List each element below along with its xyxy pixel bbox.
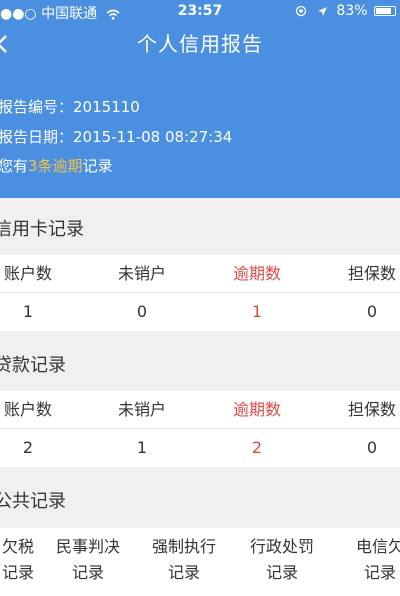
- location-arrow-icon: [317, 3, 332, 19]
- public-record-label: 记录: [167, 563, 200, 582]
- public-records-table: 欠税 记录 民事判决 记录 强制执行 记录 行政处罚 记录 电信欠 记录: [0, 528, 400, 596]
- credit-card-section-title: 信用卡记录: [0, 219, 84, 240]
- public-record-item: 强制执行 记录: [136, 534, 232, 586]
- report-date-value: 2015-11-08 08:27:34: [73, 128, 233, 146]
- report-number-label: 报告编号：: [0, 98, 74, 116]
- public-record-item: 电信欠 记录: [332, 534, 400, 586]
- table-header-row: 账户数 未销户 逾期数 担保数: [0, 255, 400, 293]
- col-header: 账户数: [3, 264, 52, 283]
- report-header: ●●○ 中国联通 23:57 83% 个人信用报告 报告编号：2015110 报…: [0, 0, 400, 198]
- table-cell: 0: [136, 302, 148, 321]
- credit-card-table: 账户数 未销户 逾期数 担保数 1 0 1 0: [0, 255, 400, 331]
- table-cell: 1: [136, 438, 148, 457]
- public-record-label: 记录: [71, 563, 104, 582]
- col-header: 未销户: [117, 400, 166, 419]
- status-bar: ●●○ 中国联通 23:57 83%: [0, 0, 400, 24]
- public-record-label: 电信欠: [355, 537, 400, 556]
- col-header: 担保数: [347, 264, 396, 283]
- table-header-row: 账户数 未销户 逾期数 担保数: [0, 391, 400, 429]
- table-cell: 0: [366, 438, 378, 457]
- loan-table: 账户数 未销户 逾期数 担保数 2 1 2 0: [0, 391, 400, 467]
- report-number-value: 2015110: [73, 98, 140, 116]
- public-record-label: 记录: [265, 563, 298, 582]
- col-header: 担保数: [347, 400, 396, 419]
- public-record-label: 行政处罚: [249, 537, 314, 556]
- table-row: 2 1 2 0: [0, 429, 400, 467]
- table-cell: 1: [251, 302, 263, 321]
- report-date-label: 报告日期：: [0, 128, 74, 146]
- report-number: 报告编号：2015110: [0, 96, 140, 117]
- public-record-item: 行政处罚 记录: [234, 534, 330, 586]
- overdue-count: 3条逾期: [28, 157, 83, 175]
- overdue-summary: 您有3条逾期记录: [0, 155, 113, 176]
- col-header: 未销户: [117, 264, 166, 283]
- report-date: 报告日期：2015-11-08 08:27:34: [0, 126, 232, 147]
- table-cell: 1: [22, 302, 34, 321]
- table-cell: 2: [22, 438, 34, 457]
- table-cell: 2: [251, 438, 263, 457]
- col-header: 逾期数: [232, 400, 281, 419]
- col-header: 逾期数: [232, 264, 281, 283]
- col-header: 账户数: [3, 400, 52, 419]
- public-record-label: 民事判决: [55, 537, 120, 556]
- table-cell: 0: [366, 302, 378, 321]
- loan-section-title: 贷款记录: [0, 355, 66, 376]
- public-section-title: 公共记录: [0, 491, 66, 512]
- rotation-lock-icon: [295, 3, 311, 19]
- public-record-label: 记录: [363, 563, 396, 582]
- table-row: 1 0 1 0: [0, 293, 400, 331]
- summary-suffix: 记录: [82, 157, 113, 175]
- battery-icon: [374, 6, 396, 16]
- page-title: 个人信用报告: [137, 32, 263, 56]
- public-record-label: 强制执行: [151, 537, 216, 556]
- summary-prefix: 您有: [0, 157, 29, 175]
- public-record-item: 民事判决 记录: [40, 534, 136, 586]
- battery-percent: 83%: [336, 3, 368, 19]
